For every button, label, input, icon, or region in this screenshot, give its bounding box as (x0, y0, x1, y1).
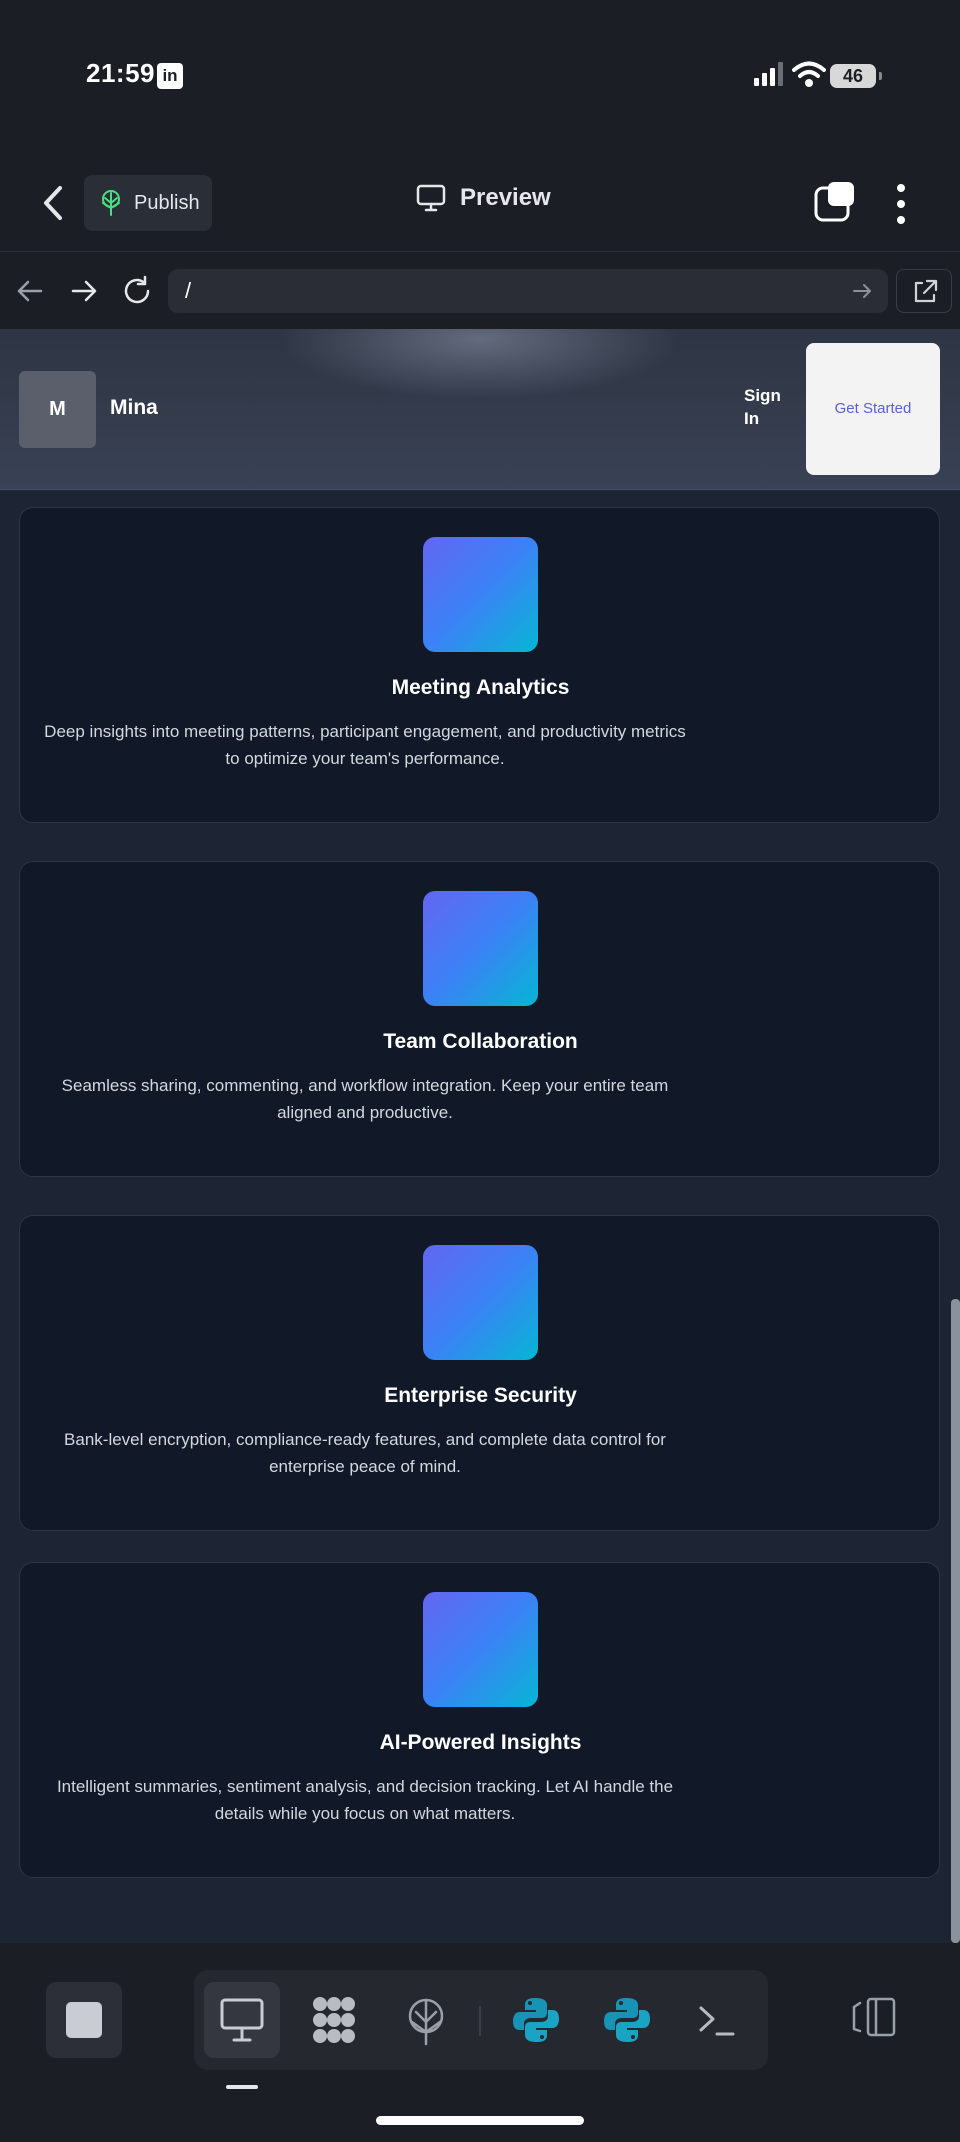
feature-icon (423, 1245, 538, 1360)
dock-python-button[interactable] (589, 1982, 665, 2058)
preview-title[interactable]: Preview (416, 184, 551, 212)
feature-card: AI-Powered Insights Intelligent summarie… (19, 1562, 940, 1878)
feature-description: Intelligent summaries, sentiment analysi… (56, 1777, 674, 1823)
scrollbar-thumb[interactable] (951, 1299, 960, 1943)
feature-title: AI-Powered Insights (379, 1731, 582, 1754)
dock-divider (479, 2006, 481, 2036)
feature-card: Meeting Analytics Deep insights into mee… (19, 507, 940, 823)
dock-python-button[interactable] (498, 1982, 574, 2058)
wifi-icon (792, 61, 826, 87)
active-tab-indicator (226, 2085, 258, 2089)
publish-tree-icon (102, 190, 120, 216)
bottom-toolbar (0, 1943, 960, 2142)
feature-icon (423, 1592, 538, 1707)
feature-description: Bank-level encryption, compliance-ready … (64, 1430, 666, 1476)
feature-card: Team Collaboration Seamless sharing, com… (19, 861, 940, 1177)
preview-label: Preview (460, 184, 551, 211)
battery-indicator: 46 (830, 64, 882, 88)
app-bar: Publish Preview (0, 160, 960, 248)
publish-label: Publish (134, 191, 200, 214)
monitor-icon (220, 1998, 264, 2042)
more-vertical-icon[interactable] (888, 182, 914, 226)
home-indicator[interactable] (376, 2116, 584, 2125)
feature-description: Deep insights into meeting patterns, par… (44, 722, 686, 768)
publish-button[interactable]: Publish (84, 175, 212, 231)
dock-preview-button[interactable] (204, 1982, 280, 2058)
status-time: 21:59 (86, 58, 155, 88)
feature-title: Team Collaboration (383, 1030, 578, 1053)
side-panel-icon[interactable] (850, 1997, 898, 2037)
site-logo[interactable]: M (19, 371, 96, 448)
web-preview: M Mina Sign In Get Started Meeting Analy… (0, 329, 960, 1943)
feature-icon (423, 891, 538, 1006)
signal-icon (754, 62, 783, 86)
stop-square-icon (66, 2002, 102, 2038)
external-link-icon (914, 279, 938, 303)
feature-icon (423, 537, 538, 652)
reload-icon[interactable] (120, 274, 154, 308)
linkedin-icon: in (157, 63, 183, 89)
open-external-button[interactable] (896, 269, 952, 313)
site-header: M Mina Sign In Get Started (0, 329, 960, 490)
dock-terminal-button[interactable] (679, 1982, 755, 2058)
python-icon (604, 1998, 650, 2042)
get-started-button[interactable]: Get Started (806, 343, 940, 475)
dock-network-button[interactable] (296, 1982, 372, 2058)
tabs-icon[interactable] (814, 180, 856, 222)
monitor-icon (416, 184, 446, 212)
feature-title: Enterprise Security (384, 1384, 577, 1407)
feature-title: Meeting Analytics (391, 676, 570, 699)
publish-tree-icon (408, 1998, 444, 2046)
python-icon (513, 1998, 559, 2042)
arrow-right-icon[interactable] (67, 274, 101, 308)
feature-card: Enterprise Security Bank-level encryptio… (19, 1215, 940, 1531)
terminal-icon (699, 2006, 735, 2036)
back-chevron-icon[interactable] (38, 180, 72, 226)
url-value: / (185, 278, 192, 303)
go-arrow-icon[interactable] (850, 279, 874, 303)
site-brand[interactable]: Mina (110, 396, 158, 420)
arrow-left-icon[interactable] (13, 274, 47, 308)
feature-description: Seamless sharing, commenting, and workfl… (61, 1076, 669, 1122)
sign-in-link[interactable]: Sign In (744, 384, 794, 430)
status-bar: 21:59 in 46 (0, 0, 960, 150)
url-input[interactable]: / (168, 269, 888, 313)
tool-dock (194, 1970, 768, 2070)
stop-button[interactable] (46, 1982, 122, 2058)
dock-publish-button[interactable] (388, 1982, 464, 2058)
url-bar: / (0, 251, 960, 329)
network-icon (313, 1997, 355, 2043)
